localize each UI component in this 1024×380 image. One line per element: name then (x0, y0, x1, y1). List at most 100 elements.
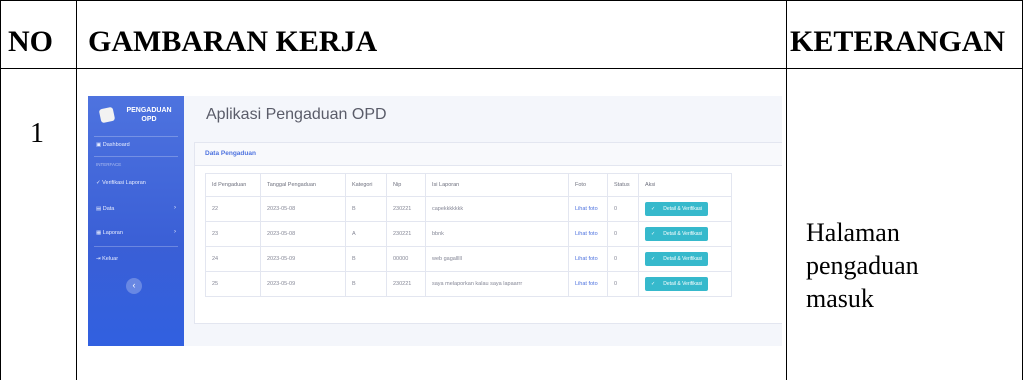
table-row: 25 2023-05-09 B 230221 saya melaporkan k… (205, 271, 732, 297)
table-border-right (1022, 0, 1023, 380)
data-icon: ▤ (96, 206, 103, 212)
check-icon: ✓ (651, 281, 656, 287)
table-border-top (0, 0, 1023, 1)
cell-aksi: ✓ Detail & Verifikasi (638, 196, 732, 222)
data-card: Data Pengaduan Id Pengaduan Tanggal Peng… (194, 142, 782, 324)
dashboard-icon: ▣ (96, 142, 103, 148)
cell-aksi: ✓ Detail & Verifikasi (638, 221, 732, 247)
col-header[interactable]: Status (607, 173, 639, 197)
table-row: 24 2023-05-09 B 00000 web gagalllll Liha… (205, 246, 732, 272)
cell-isi: web gagalllll (425, 246, 569, 272)
col-header[interactable]: Foto (568, 173, 608, 197)
cell-foto: Lihat foto (568, 196, 608, 222)
col-header[interactable]: Tanggal Pengaduan (260, 173, 346, 197)
note-text: Halaman pengaduan masuk (806, 216, 1006, 315)
cell-nip: 00000 (386, 246, 426, 272)
chevron-left-icon: ‹ (132, 280, 136, 290)
check-icon: ✓ (651, 231, 656, 237)
cell-nip: 230221 (386, 221, 426, 247)
cell-kategori: A (345, 221, 387, 247)
app-screenshot: PENGADUAN OPD ▣ Dashboard INTERFACE ✓ Ve… (88, 96, 782, 346)
note-line: pengaduan (806, 251, 919, 280)
page-title: Aplikasi Pengaduan OPD (206, 106, 387, 123)
cell-tanggal: 2023-05-08 (260, 196, 346, 222)
button-label: Detail & Verifikasi (663, 231, 703, 237)
header-gambaran-kerja: GAMBARAN KERJA (88, 25, 378, 58)
brand-text: PENGADUAN OPD (126, 107, 172, 123)
cell-kategori: B (345, 246, 387, 272)
table-border-left (0, 0, 1, 380)
sidebar-item-label: Keluar (102, 256, 119, 262)
report-icon: ▦ (96, 230, 103, 236)
sidebar-item-keluar[interactable]: ⇥ Keluar (96, 256, 118, 262)
brand[interactable]: PENGADUAN OPD (96, 104, 178, 130)
cell-foto: Lihat foto (568, 246, 608, 272)
sidebar-item-laporan[interactable]: ▦ Laporan (96, 230, 123, 236)
col-header[interactable]: Id Pengaduan (205, 173, 261, 197)
cell-tanggal: 2023-05-09 (260, 246, 346, 272)
cell-id: 22 (205, 196, 261, 222)
sidebar-section-heading: INTERFACE (96, 162, 122, 167)
cell-kategori: B (345, 271, 387, 297)
col-header[interactable]: Aksi (638, 173, 732, 197)
sidebar-item-label: Data (102, 206, 115, 212)
view-photo-link[interactable]: Lihat foto (575, 206, 598, 212)
sidebar-item-dashboard[interactable]: ▣ Dashboard (96, 142, 130, 148)
cell-isi: capekkkkkkk (425, 196, 569, 222)
cell-foto: Lihat foto (568, 271, 608, 297)
card-title: Data Pengaduan (205, 150, 256, 157)
detail-verify-button[interactable]: ✓ Detail & Verifikasi (645, 227, 709, 241)
cell-id: 25 (205, 271, 261, 297)
sidebar-divider (94, 156, 178, 157)
check-icon: ✓ (651, 206, 656, 212)
view-photo-link[interactable]: Lihat foto (575, 281, 598, 287)
cell-tanggal: 2023-05-09 (260, 271, 346, 297)
cell-id: 24 (205, 246, 261, 272)
button-label: Detail & Verifikasi (663, 206, 703, 212)
chevron-right-icon: › (174, 229, 176, 235)
sidebar: PENGADUAN OPD ▣ Dashboard INTERFACE ✓ Ve… (88, 96, 184, 346)
check-icon: ✓ (651, 256, 656, 262)
detail-verify-button[interactable]: ✓ Detail & Verifikasi (645, 202, 709, 216)
header-no: NO (8, 25, 53, 58)
col-header[interactable]: Isi Laporan (425, 173, 569, 197)
col-header[interactable]: Nip (386, 173, 426, 197)
column-divider-1 (76, 0, 77, 380)
cell-aksi: ✓ Detail & Verifikasi (638, 271, 732, 297)
cell-tanggal: 2023-05-08 (260, 221, 346, 247)
detail-verify-button[interactable]: ✓ Detail & Verifikasi (645, 277, 709, 291)
cell-kategori: B (345, 196, 387, 222)
header-row-divider (0, 68, 1023, 69)
cell-status: 0 (607, 246, 639, 272)
note-line: masuk (806, 284, 874, 313)
col-header[interactable]: Kategori (345, 173, 387, 197)
row-number: 1 (30, 118, 44, 149)
sidebar-item-label: Laporan (102, 230, 123, 236)
view-photo-link[interactable]: Lihat foto (575, 256, 598, 262)
cell-status: 0 (607, 271, 639, 297)
button-label: Detail & Verifikasi (663, 256, 703, 262)
sidebar-item-data[interactable]: ▤ Data (96, 206, 114, 212)
card-header: Data Pengaduan (195, 143, 782, 166)
cell-status: 0 (607, 221, 639, 247)
detail-verify-button[interactable]: ✓ Detail & Verifikasi (645, 252, 709, 266)
table-row: 23 2023-05-08 A 230221 bbnk Lihat foto 0… (205, 221, 732, 247)
sidebar-divider (94, 246, 178, 247)
chevron-right-icon: › (174, 205, 176, 211)
view-photo-link[interactable]: Lihat foto (575, 231, 598, 237)
cell-isi: bbnk (425, 221, 569, 247)
cell-status: 0 (607, 196, 639, 222)
cell-nip: 230221 (386, 196, 426, 222)
cell-foto: Lihat foto (568, 221, 608, 247)
complaints-table: Id Pengaduan Tanggal Pengaduan Kategori … (205, 173, 732, 297)
sidebar-toggle-button[interactable]: ‹ (126, 278, 142, 294)
brand-logo-icon (98, 106, 116, 124)
sidebar-item-label: Dashboard (102, 142, 130, 148)
cell-aksi: ✓ Detail & Verifikasi (638, 246, 732, 272)
column-divider-2 (786, 0, 787, 380)
cell-nip: 230221 (386, 271, 426, 297)
cell-id: 23 (205, 221, 261, 247)
cell-isi: saya melaporkan kalau saya lapaarrr (425, 271, 569, 297)
sidebar-divider (94, 136, 178, 137)
sidebar-item-verifikasi[interactable]: ✓ Verifikasi Laporan (96, 180, 146, 186)
